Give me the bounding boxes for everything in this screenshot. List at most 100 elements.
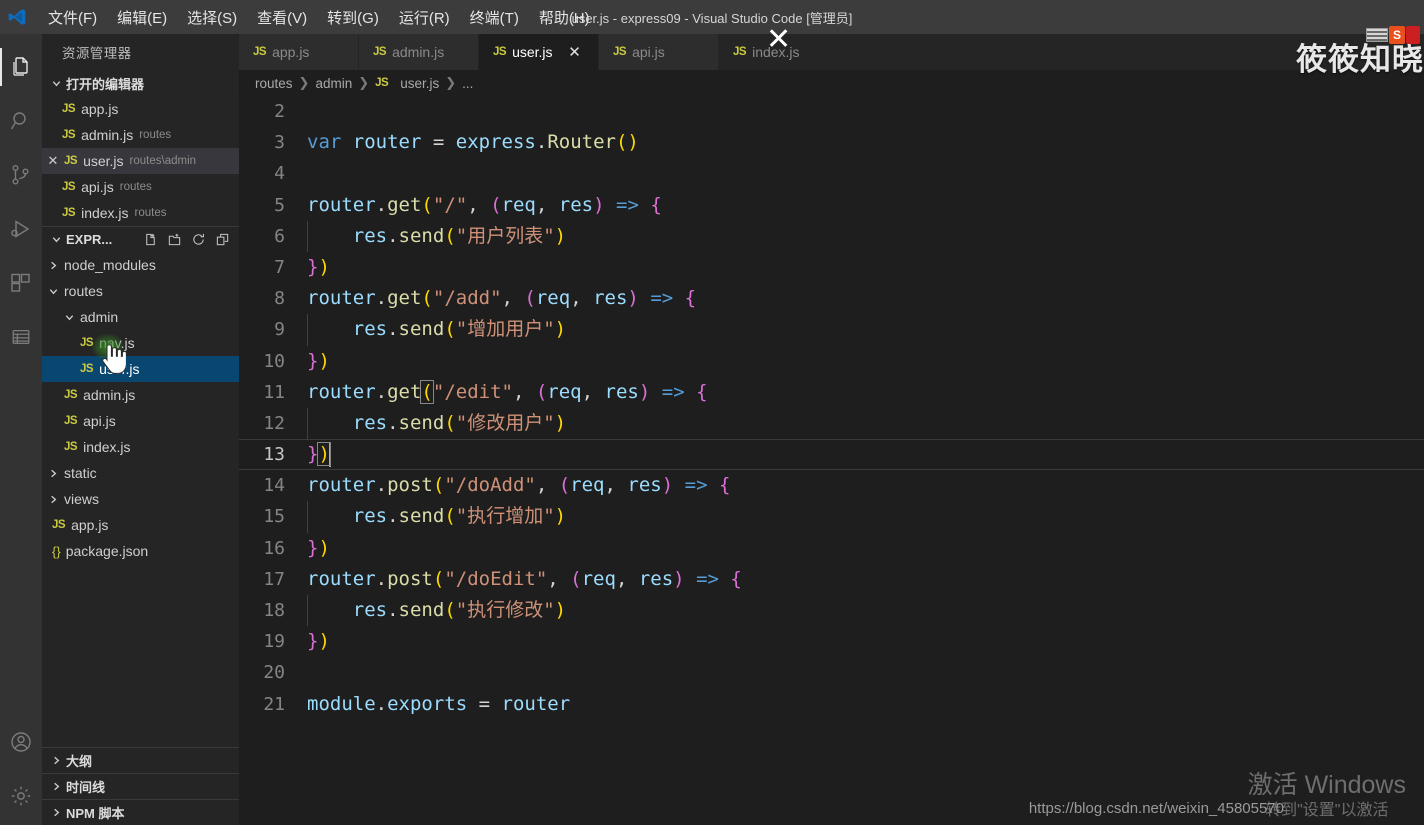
- activity-explorer[interactable]: [0, 40, 42, 94]
- new-file-icon[interactable]: [142, 231, 159, 248]
- line-number: 3: [274, 132, 285, 154]
- code-line-20[interactable]: 20: [239, 657, 1424, 688]
- tab-appjs[interactable]: JS app.js: [239, 34, 359, 70]
- menu-selection[interactable]: 选择(S): [177, 3, 247, 32]
- breadcrumb-symbols[interactable]: ...: [462, 76, 473, 91]
- code-line-text: var router = express.Router(): [307, 127, 639, 158]
- open-editor-item-adminjs[interactable]: JS admin.js routes: [42, 122, 239, 148]
- code-token: get: [387, 193, 422, 216]
- code-line-text: router.get("/add", (req, res) => {: [307, 283, 696, 314]
- code-line-7[interactable]: 7}): [239, 252, 1424, 283]
- code-line-12[interactable]: 12 res.send("修改用户"): [239, 407, 1424, 440]
- tree-item-apijs[interactable]: JS api.js: [42, 408, 239, 434]
- tree-item-views[interactable]: views: [42, 486, 239, 512]
- tree-item-static[interactable]: static: [42, 460, 239, 486]
- code-line-9[interactable]: 9 res.send("增加用户"): [239, 314, 1424, 346]
- breadcrumb-routes[interactable]: routes: [255, 76, 293, 91]
- breadcrumb-admin[interactable]: admin: [315, 76, 352, 91]
- open-editors-header[interactable]: 打开的编辑器: [42, 70, 239, 96]
- tab-close-button[interactable]: ✕: [567, 43, 583, 61]
- activity-run-debug[interactable]: [0, 202, 42, 256]
- code-token: ,: [535, 474, 559, 497]
- tree-item-packagejson[interactable]: {} package.json: [42, 538, 239, 564]
- code-line-6[interactable]: 6 res.send("用户列表"): [239, 220, 1424, 252]
- code-token: ,: [547, 567, 571, 590]
- code-token: router: [307, 474, 376, 497]
- code-line-14[interactable]: 14 router.post("/doAdd", (req, res) => {: [239, 470, 1424, 501]
- tree-item-label: package.json: [65, 543, 149, 559]
- open-editor-item-apijs[interactable]: JS api.js routes: [42, 174, 239, 200]
- code-line-text: }): [307, 346, 330, 377]
- code-line-19[interactable]: 19}): [239, 626, 1424, 657]
- code-line-10[interactable]: 10}): [239, 346, 1424, 377]
- tab-indexjs[interactable]: JS index.js: [719, 34, 839, 70]
- chevron-down-icon: [48, 232, 64, 248]
- code-token: (: [615, 131, 628, 154]
- code-line-4[interactable]: 4: [239, 158, 1424, 189]
- tree-item-routes[interactable]: routes: [42, 278, 239, 304]
- open-editor-item-indexjs[interactable]: JS index.js routes: [42, 200, 239, 226]
- tab-apijs[interactable]: JS api.js: [599, 34, 719, 70]
- tree-item-label: routes: [64, 283, 103, 299]
- menu-edit[interactable]: 编辑(E): [107, 3, 177, 32]
- code-line-2[interactable]: 2: [239, 96, 1424, 127]
- explorer-section-header[interactable]: EXPR...: [42, 226, 239, 252]
- panel-outline-label: 大纲: [66, 754, 93, 769]
- panel-timeline[interactable]: 时间线: [42, 773, 239, 799]
- js-file-icon: JS: [80, 363, 94, 375]
- activity-search[interactable]: [0, 94, 42, 148]
- code-line-13[interactable]: 13}): [239, 439, 1424, 471]
- code-line-5[interactable]: 5 router.get("/", (req, res) => {: [239, 190, 1424, 221]
- activity-source-control[interactable]: [0, 148, 42, 202]
- tree-item-node_modules[interactable]: node_modules: [42, 252, 239, 278]
- open-editor-desc: routes: [139, 129, 172, 141]
- activity-settings[interactable]: [0, 771, 42, 825]
- tab-adminjs[interactable]: JS admin.js: [359, 34, 479, 70]
- code-token: "/doEdit": [444, 567, 548, 590]
- code-token: get: [387, 287, 422, 310]
- code-line-8[interactable]: 8 router.get("/add", (req, res) => {: [239, 283, 1424, 314]
- menu-view[interactable]: 查看(V): [247, 3, 317, 32]
- activity-account[interactable]: [0, 717, 42, 771]
- tree-item-label: admin: [80, 309, 119, 325]
- code-line-17[interactable]: 17 router.post("/doEdit", (req, res) => {: [239, 564, 1424, 595]
- tree-item-label: views: [64, 491, 100, 507]
- refresh-icon[interactable]: [190, 231, 207, 248]
- code-token: post: [387, 567, 433, 590]
- code-token: (: [444, 599, 456, 621]
- tree-item-indexjs[interactable]: JS index.js: [42, 434, 239, 460]
- breadcrumb-userjs[interactable]: user.js: [400, 76, 439, 91]
- new-folder-icon[interactable]: [166, 231, 183, 248]
- panel-outline[interactable]: 大纲: [42, 747, 239, 773]
- menu-goto[interactable]: 转到(G): [317, 3, 389, 32]
- activity-database[interactable]: [0, 310, 42, 364]
- code-line-text: res.send("执行修改"): [307, 595, 566, 627]
- code-token: res: [352, 318, 388, 341]
- open-editor-label: user.js: [83, 153, 124, 169]
- tree-item-adminjs[interactable]: JS admin.js: [42, 382, 239, 408]
- code-line-15[interactable]: 15 res.send("执行增加"): [239, 501, 1424, 533]
- tree-item-navjs[interactable]: JS nav.js: [42, 330, 239, 356]
- open-editor-item-userjs[interactable]: ✕ JS user.js routes\admin: [42, 148, 239, 174]
- code-token: ,: [581, 380, 605, 403]
- collapse-all-icon[interactable]: [214, 231, 231, 248]
- tab-userjs[interactable]: JS user.js ✕: [479, 34, 599, 70]
- tree-item-root-appjs[interactable]: JS app.js: [42, 512, 239, 538]
- open-editor-item-appjs[interactable]: JS app.js: [42, 96, 239, 122]
- menu-file[interactable]: 文件(F): [38, 3, 107, 32]
- menu-terminal[interactable]: 终端(T): [460, 3, 529, 32]
- activity-extensions[interactable]: [0, 256, 42, 310]
- code-line-18[interactable]: 18 res.send("执行修改"): [239, 595, 1424, 627]
- code-line-3[interactable]: 3 var router = express.Router(): [239, 127, 1424, 158]
- menu-run[interactable]: 运行(R): [389, 3, 460, 32]
- code-line-text: router.get("/edit", (req, res) => {: [307, 377, 708, 408]
- code-line-16[interactable]: 16}): [239, 533, 1424, 564]
- tree-item-userjs[interactable]: JS user.js: [42, 356, 239, 382]
- code-editor[interactable]: 2 3 var router = express.Router() 4 5 router.…: [239, 96, 1424, 825]
- tree-item-admin[interactable]: admin: [42, 304, 239, 330]
- panel-npm-scripts[interactable]: NPM 脚本: [42, 799, 239, 825]
- close-icon[interactable]: ✕: [44, 153, 62, 169]
- code-line-21[interactable]: 21 module.exports = router: [239, 689, 1424, 720]
- js-file-icon: JS: [62, 129, 76, 141]
- code-line-11[interactable]: 11 router.get("/edit", (req, res) => {: [239, 377, 1424, 408]
